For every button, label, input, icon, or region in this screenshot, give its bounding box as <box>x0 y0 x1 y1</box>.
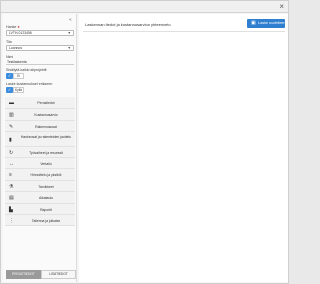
chevron-down-icon: ▼ <box>67 31 71 35</box>
menu-icon-10: ▙ <box>9 207 13 213</box>
menu-icon-6: ↔ <box>9 161 14 167</box>
menu-icon-5: ↻ <box>9 150 14 156</box>
page-title: Laskennan tiedot ja kustannusarvion yhte… <box>85 22 171 27</box>
project-select[interactable]: LVTH-0123456 ▼ <box>6 30 74 36</box>
menu-icon-2: ▥ <box>9 112 14 118</box>
name-field-label: Nimi <box>6 55 14 59</box>
menu-icon-8: ⚗ <box>9 184 14 190</box>
sidebar-item-label: Hinnoittelu ja yksiköt <box>30 173 62 177</box>
sidebar-item-aikataulu[interactable]: ▤ Aikataulu <box>5 192 75 204</box>
sidebar-item-label: Työvaiheet ja resurssit <box>29 151 63 155</box>
sidebar-item-kustannusarvio[interactable]: ▥ Kustannusarvio <box>5 109 75 121</box>
check-icon[interactable]: ✓ <box>6 73 13 79</box>
project-label-text: Hanke <box>6 25 17 29</box>
calculator-icon: ▣ <box>251 20 256 26</box>
menu-icon-9: ▤ <box>9 195 14 201</box>
sidebar-item-label: Perustiedot <box>37 101 55 105</box>
toggle1-off-option[interactable]: Ei <box>13 73 24 79</box>
sidebar-item-hinnoittelu[interactable]: ≡ Hinnoittelu ja yksiköt <box>5 169 75 181</box>
toggle1-label: Sisällytä kaikki aliprojektit <box>6 68 47 72</box>
menu-icon-1: ▬ <box>9 100 14 106</box>
sidebar-item-tarvikkeet[interactable]: ⚗ Tarvikkeet <box>5 181 75 192</box>
menu-icon-7: ≡ <box>9 172 12 178</box>
toggle2-label: Laske kustannukset erikseen <box>6 82 53 86</box>
recalculate-button-label: Laske uudelleen <box>258 21 286 25</box>
status-select[interactable]: Luonnos ▼ <box>6 45 74 51</box>
sidebar-item-label: Rakennusosat <box>35 125 57 129</box>
chevron-down-icon: ▼ <box>67 46 71 50</box>
check-icon[interactable]: ✓ <box>6 87 13 93</box>
sidebar-item-label: Tarvikkeet <box>38 185 54 189</box>
app-window: × « Hanke ● LVTH-0123456 ▼ Tila Luonnos … <box>0 0 289 284</box>
sidebar-item-rakennusosat[interactable]: ✎ Rakennusosat <box>5 121 75 132</box>
tab-lisatiedot[interactable]: LISÄTIEDOT <box>41 270 76 279</box>
project-field-label: Hanke ● <box>6 24 20 29</box>
sidebar-item-label: Tallenna ja julkaise <box>31 219 61 223</box>
project-select-value: LVTH-0123456 <box>9 31 32 35</box>
sidebar-item-tallenna[interactable]: ⋮ Tallenna ja julkaise <box>5 215 75 226</box>
sidebar-item-raportit[interactable]: ▙ Raportit <box>5 204 75 215</box>
status-field-label: Tila <box>6 40 12 44</box>
sidebar-item-hankeosat[interactable]: ▮ Hankeosat ja rakenteiden jaottelu <box>5 132 75 147</box>
sidebar-item-label: Kustannusarvio <box>34 113 58 117</box>
sidebar-item-tyovaiheet[interactable]: ↻ Työvaiheet ja resurssit <box>5 147 75 158</box>
menu-icon-11: ⋮ <box>9 218 14 224</box>
sidebar: « Hanke ● LVTH-0123456 ▼ Tila Luonnos ▼ … <box>3 14 77 282</box>
sidebar-item-perustiedot[interactable]: ▬ Perustiedot <box>5 97 75 109</box>
sidebar-tabs: PERUSTIEDOT LISÄTIEDOT <box>6 270 76 279</box>
sidebar-item-vertailu[interactable]: ↔ Vertailu <box>5 158 75 169</box>
required-mark-icon: ● <box>17 24 20 29</box>
collapse-sidebar-icon[interactable]: « <box>69 17 72 23</box>
status-select-value: Luonnos <box>9 46 23 50</box>
main-panel: Laskennan tiedot ja kustannusarvion yhte… <box>79 14 288 282</box>
sidebar-item-label: Hankeosat ja rakenteiden jaottelu <box>20 135 72 139</box>
recalculate-button[interactable]: ▣ Laske uudelleen <box>247 19 286 28</box>
sidebar-item-label: Aikataulu <box>39 196 53 200</box>
sidebar-item-label: Vertailu <box>40 162 52 166</box>
divider <box>83 31 285 32</box>
title-bar: × <box>1 1 288 13</box>
tab-perustiedot[interactable]: PERUSTIEDOT <box>6 270 41 279</box>
close-icon[interactable]: × <box>279 2 284 11</box>
menu-icon-4: ▮ <box>9 137 12 143</box>
name-input[interactable]: Testilaskenta <box>6 60 74 65</box>
sidebar-item-label: Raportit <box>40 208 52 212</box>
menu-icon-3: ✎ <box>9 124 14 130</box>
toggle2-off-option[interactable]: Kyllä <box>13 87 24 93</box>
